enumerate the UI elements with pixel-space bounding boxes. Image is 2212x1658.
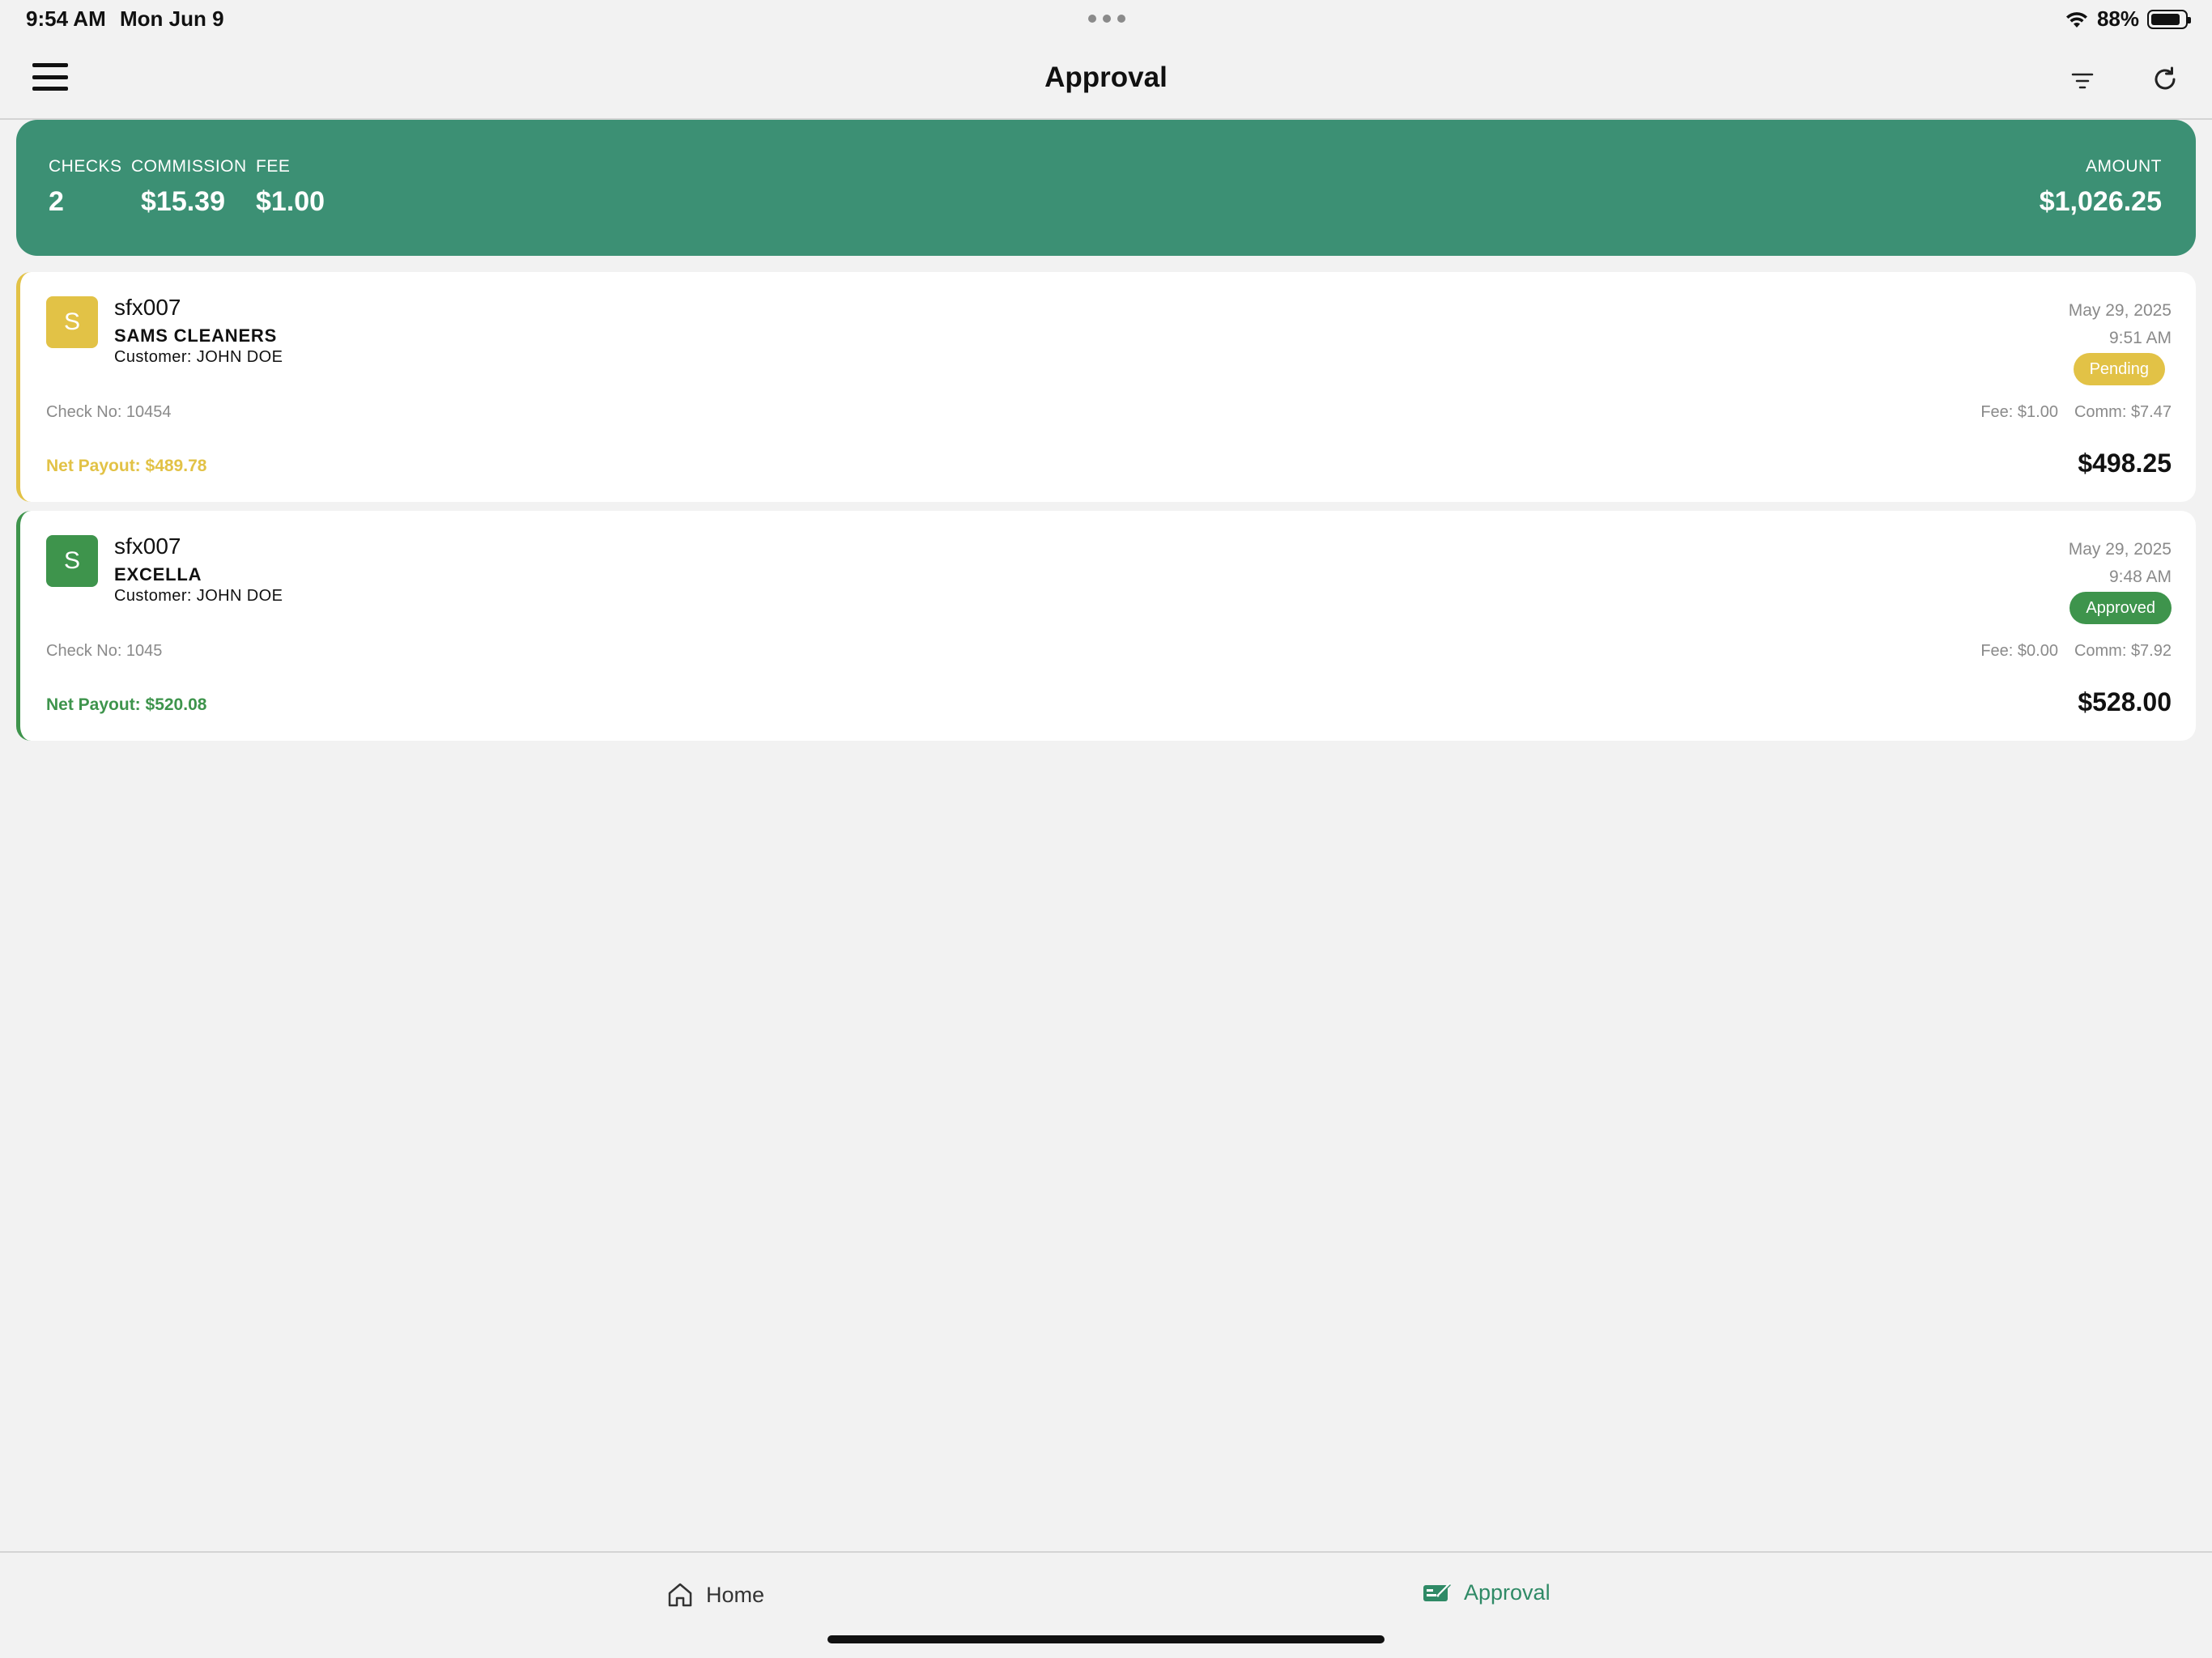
status-date: Mon Jun 9 — [120, 6, 224, 31]
commission-summary: COMMISSION $15.39 — [131, 157, 247, 218]
fee-label: FEE — [256, 157, 291, 176]
customer-name: Customer: JOHN DOE — [114, 587, 283, 605]
status-badge: Pending — [2073, 353, 2165, 385]
fee-commission-info: Fee: $1.00 Comm: $7.47 — [1980, 403, 2172, 422]
check-approval-icon — [1423, 1583, 1451, 1601]
refresh-icon[interactable] — [2147, 62, 2183, 97]
commission-total: $15.39 — [141, 186, 225, 217]
checks-label: CHECKS — [49, 157, 122, 176]
merchant-name: EXCELLA — [114, 564, 202, 585]
status-indicators: 88% — [2065, 6, 2191, 32]
checks-count: 2 — [49, 186, 64, 217]
commission-label: COMMISSION — [131, 157, 247, 176]
tab-home[interactable]: Home — [666, 1580, 764, 1609]
check-number: Check No: 10454 — [46, 403, 172, 421]
check-date: May 29, 2025 — [2068, 540, 2172, 559]
fee-value: Fee: $1.00 — [1980, 403, 2058, 421]
user-id: sfx007 — [114, 534, 181, 559]
check-card[interactable]: S sfx007 SAMS CLEANERS Customer: JOHN DO… — [16, 272, 2196, 502]
check-card[interactable]: S sfx007 EXCELLA Customer: JOHN DOE May … — [16, 511, 2196, 741]
tab-approval-label: Approval — [1464, 1580, 1551, 1605]
status-bar: 9:54 AM Mon Jun 9 88% — [0, 0, 2212, 39]
fee-commission-info: Fee: $0.00 Comm: $7.92 — [1980, 642, 2172, 661]
amount-label: AMOUNT — [2086, 157, 2162, 176]
check-amount: $528.00 — [2078, 687, 2172, 716]
status-badge: Approved — [2069, 592, 2172, 624]
check-time: 9:48 AM — [2108, 568, 2172, 586]
check-time: 9:51 AM — [2108, 329, 2172, 347]
filter-icon[interactable] — [2068, 66, 2097, 96]
status-time: 9:54 AM — [26, 6, 106, 31]
avatar: S — [46, 535, 98, 587]
multitasking-dots-icon[interactable] — [1088, 15, 1125, 23]
home-icon — [668, 1583, 692, 1607]
check-date: May 29, 2025 — [2068, 301, 2172, 320]
user-id: sfx007 — [114, 295, 181, 320]
fee-summary: FEE $1.00 — [256, 157, 325, 218]
customer-name: Customer: JOHN DOE — [114, 348, 283, 366]
net-payout: Net Payout: $520.08 — [46, 695, 207, 714]
amount-summary: AMOUNT $1,026.25 — [2040, 157, 2162, 218]
commission-value: Comm: $7.47 — [2074, 403, 2172, 421]
battery-icon — [2147, 9, 2191, 29]
navigation-bar: Approval — [0, 39, 2212, 120]
summary-card: CHECKS 2 COMMISSION $15.39 FEE $1.00 AMO… — [16, 120, 2196, 256]
wifi-icon — [2065, 11, 2087, 28]
tab-home-label: Home — [706, 1582, 765, 1607]
fee-value: Fee: $0.00 — [1980, 642, 2058, 660]
net-payout: Net Payout: $489.78 — [46, 457, 207, 475]
check-amount: $498.25 — [2078, 449, 2172, 478]
tab-approval[interactable]: Approval — [1422, 1580, 1551, 1605]
commission-value: Comm: $7.92 — [2074, 642, 2172, 660]
checks-summary: CHECKS 2 — [49, 157, 122, 218]
battery-percent: 88% — [2096, 6, 2139, 31]
home-indicator[interactable] — [827, 1635, 1385, 1643]
check-number: Check No: 1045 — [46, 642, 163, 660]
avatar: S — [46, 296, 98, 348]
amount-total: $1,026.25 — [2039, 186, 2162, 217]
fee-total: $1.00 — [256, 186, 325, 217]
merchant-name: SAMS CLEANERS — [114, 325, 278, 346]
page-title: Approval — [1044, 62, 1168, 93]
